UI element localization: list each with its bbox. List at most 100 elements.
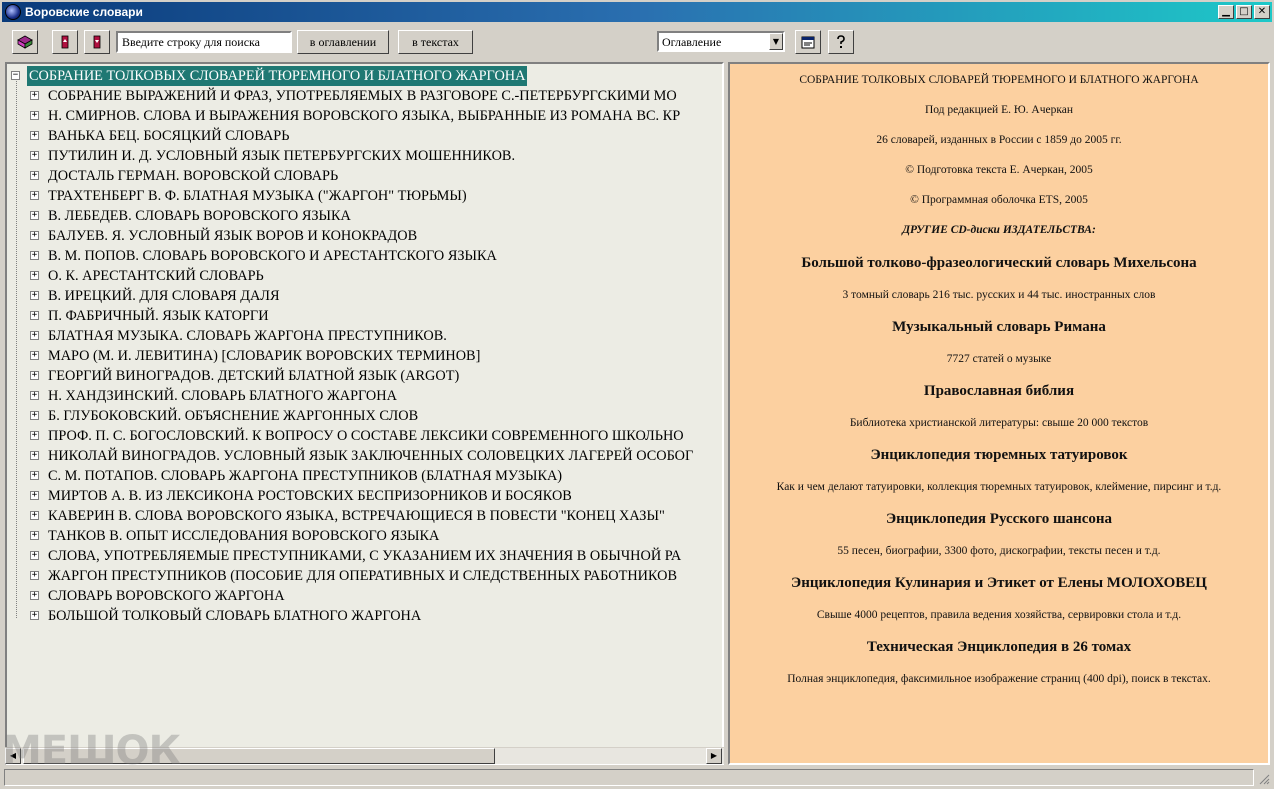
tree-item-label[interactable]: ВАНЬКА БЕЦ. БОСЯЦКИЙ СЛОВАРЬ: [48, 126, 289, 146]
tree-item[interactable]: + ГЕОРГИЙ ВИНОГРАДОВ. ДЕТСКИЙ БЛАТНОЙ ЯЗЫ…: [7, 366, 722, 386]
view-select[interactable]: Оглавление ▼: [657, 31, 785, 52]
tree-item[interactable]: + ТРАХТЕНБЕРГ В. Ф. БЛАТНАЯ МУЗЫКА ("ЖАРГ…: [7, 186, 722, 206]
tree-item[interactable]: + СЛОВАРЬ ВОРОВСКОГО ЖАРГОНА: [7, 586, 722, 606]
tree-item[interactable]: + Н. ХАНДЗИНСКИЙ. СЛОВАРЬ БЛАТНОГО ЖАРГОН…: [7, 386, 722, 406]
expand-icon[interactable]: +: [30, 251, 39, 260]
tree-item-label[interactable]: БОЛЬШОЙ ТОЛКОВЫЙ СЛОВАРЬ БЛАТНОГО ЖАРГОН…: [48, 606, 421, 626]
help-button[interactable]: [828, 30, 854, 54]
tree-item-label[interactable]: БАЛУЕВ. Я. УСЛОВНЫЙ ЯЗЫК ВОРОВ И КОНОКРА…: [48, 226, 417, 246]
next-button[interactable]: [84, 30, 110, 54]
tree-item-label[interactable]: В. ЛЕБЕДЕВ. СЛОВАРЬ ВОРОВСКОГО ЯЗЫКА: [48, 206, 351, 226]
expand-icon[interactable]: +: [30, 411, 39, 420]
expand-icon[interactable]: +: [30, 131, 39, 140]
expand-icon[interactable]: +: [30, 311, 39, 320]
expand-icon[interactable]: +: [30, 151, 39, 160]
expand-icon[interactable]: +: [30, 511, 39, 520]
collapse-icon[interactable]: −: [11, 71, 20, 80]
search-in-contents-button[interactable]: в оглавлении: [297, 30, 389, 54]
expand-icon[interactable]: +: [30, 551, 39, 560]
product-title[interactable]: Энциклопедия Кулинария и Этикет от Елены…: [730, 575, 1268, 592]
product-title[interactable]: Музыкальный словарь Римана: [730, 319, 1268, 336]
contents-tree-panel[interactable]: − СОБРАНИЕ ТОЛКОВЫХ СЛОВАРЕЙ ТЮРЕМНОГО И…: [5, 62, 724, 765]
close-button[interactable]: ✕: [1254, 5, 1270, 19]
tree-item-label[interactable]: МИРТОВ А. В. ИЗ ЛЕКСИКОНА РОСТОВСКИХ БЕС…: [48, 486, 572, 506]
tree-item-label[interactable]: СЛОВАРЬ ВОРОВСКОГО ЖАРГОНА: [48, 586, 285, 606]
expand-icon[interactable]: +: [30, 471, 39, 480]
tree-root-item[interactable]: − СОБРАНИЕ ТОЛКОВЫХ СЛОВАРЕЙ ТЮРЕМНОГО И…: [7, 66, 722, 86]
expand-icon[interactable]: +: [30, 611, 39, 620]
tree-item[interactable]: + МИРТОВ А. В. ИЗ ЛЕКСИКОНА РОСТОВСКИХ БЕ…: [7, 486, 722, 506]
tree-item[interactable]: + ПУТИЛИН И. Д. УСЛОВНЫЙ ЯЗЫК ПЕТЕРБУРГСК…: [7, 146, 722, 166]
tree-item[interactable]: + БЛАТНАЯ МУЗЫКА. СЛОВАРЬ ЖАРГОНА ПРЕСТУП…: [7, 326, 722, 346]
tree-item-label[interactable]: ДОСТАЛЬ ГЕРМАН. ВОРОВСКОЙ СЛОВАРЬ: [48, 166, 338, 186]
tree-item-label[interactable]: ПРОФ. П. С. БОГОСЛОВСКИЙ. К ВОПРОСУ О СО…: [48, 426, 684, 446]
expand-icon[interactable]: +: [30, 231, 39, 240]
search-in-texts-button[interactable]: в текстах: [398, 30, 473, 54]
tree-item-label[interactable]: ТРАХТЕНБЕРГ В. Ф. БЛАТНАЯ МУЗЫКА ("ЖАРГО…: [48, 186, 467, 206]
tree-item[interactable]: + ЖАРГОН ПРЕСТУПНИКОВ (ПОСОБИЕ ДЛЯ ОПЕРАТ…: [7, 566, 722, 586]
tree-item[interactable]: + НИКОЛАЙ ВИНОГРАДОВ. УСЛОВНЫЙ ЯЗЫК ЗАКЛЮ…: [7, 446, 722, 466]
expand-icon[interactable]: +: [30, 491, 39, 500]
tree-item[interactable]: + СЛОВА, УПОТРЕБЛЯЕМЫЕ ПРЕСТУПНИКАМИ, С У…: [7, 546, 722, 566]
tree-item[interactable]: + БОЛЬШОЙ ТОЛКОВЫЙ СЛОВАРЬ БЛАТНОГО ЖАРГО…: [7, 606, 722, 626]
tree-item[interactable]: + П. ФАБРИЧНЫЙ. ЯЗЫК КАТОРГИ: [7, 306, 722, 326]
books-button[interactable]: [12, 30, 38, 54]
tree-item[interactable]: + КАВЕРИН В. СЛОВА ВОРОВСКОГО ЯЗЫКА, ВСТР…: [7, 506, 722, 526]
tree-item-label[interactable]: МАРО (М. И. ЛЕВИТИНА) [СЛОВАРИК ВОРОВСКИ…: [48, 346, 480, 366]
tree-item[interactable]: + Н. СМИРНОВ. СЛОВА И ВЫРАЖЕНИЯ ВОРОВСКОГ…: [7, 106, 722, 126]
tree-item[interactable]: + МАРО (М. И. ЛЕВИТИНА) [СЛОВАРИК ВОРОВСК…: [7, 346, 722, 366]
expand-icon[interactable]: +: [30, 211, 39, 220]
product-title[interactable]: Техническая Энциклопедия в 26 томах: [730, 639, 1268, 656]
expand-icon[interactable]: +: [30, 331, 39, 340]
maximize-button[interactable]: □: [1236, 5, 1252, 19]
tree-item-label[interactable]: О. К. АРЕСТАНТСКИЙ СЛОВАРЬ: [48, 266, 264, 286]
tree-item-label[interactable]: Б. ГЛУБОКОВСКИЙ. ОБЪЯСНЕНИЕ ЖАРГОННЫХ СЛ…: [48, 406, 418, 426]
tree-item[interactable]: + ВАНЬКА БЕЦ. БОСЯЦКИЙ СЛОВАРЬ: [7, 126, 722, 146]
tree-item[interactable]: + В. ИРЕЦКИЙ. ДЛЯ СЛОВАРЯ ДАЛЯ: [7, 286, 722, 306]
expand-icon[interactable]: +: [30, 91, 39, 100]
tree-item[interactable]: + О. К. АРЕСТАНТСКИЙ СЛОВАРЬ: [7, 266, 722, 286]
tree-item-label[interactable]: Н. СМИРНОВ. СЛОВА И ВЫРАЖЕНИЯ ВОРОВСКОГО…: [48, 106, 680, 126]
app-globe-icon[interactable]: [5, 4, 21, 20]
tree-item-label[interactable]: СОБРАНИЕ ВЫРАЖЕНИЙ И ФРАЗ, УПОТРЕБЛЯЕМЫХ…: [48, 86, 677, 106]
tree-item[interactable]: + В. ЛЕБЕДЕВ. СЛОВАРЬ ВОРОВСКОГО ЯЗЫКА: [7, 206, 722, 226]
tree-item[interactable]: + СОБРАНИЕ ВЫРАЖЕНИЙ И ФРАЗ, УПОТРЕБЛЯЕМЫ…: [7, 86, 722, 106]
tree-item[interactable]: + В. М. ПОПОВ. СЛОВАРЬ ВОРОВСКОГО И АРЕСТ…: [7, 246, 722, 266]
expand-icon[interactable]: +: [30, 271, 39, 280]
tree-item-label[interactable]: С. М. ПОТАПОВ. СЛОВАРЬ ЖАРГОНА ПРЕСТУПНИ…: [48, 466, 562, 486]
expand-icon[interactable]: +: [30, 351, 39, 360]
expand-icon[interactable]: +: [30, 391, 39, 400]
tree-item-label[interactable]: ЖАРГОН ПРЕСТУПНИКОВ (ПОСОБИЕ ДЛЯ ОПЕРАТИ…: [48, 566, 677, 586]
expand-icon[interactable]: +: [30, 451, 39, 460]
minimize-button[interactable]: ▁: [1218, 5, 1234, 19]
tree-item-label[interactable]: ГЕОРГИЙ ВИНОГРАДОВ. ДЕТСКИЙ БЛАТНОЙ ЯЗЫК…: [48, 366, 459, 386]
tree-item-label[interactable]: Н. ХАНДЗИНСКИЙ. СЛОВАРЬ БЛАТНОГО ЖАРГОНА: [48, 386, 397, 406]
tree-item[interactable]: + ТАНКОВ В. ОПЫТ ИССЛЕДОВАНИЯ ВОРОВСКОГО …: [7, 526, 722, 546]
product-title[interactable]: Большой толково-фразеологический словарь…: [730, 255, 1268, 272]
tree-item-label[interactable]: П. ФАБРИЧНЫЙ. ЯЗЫК КАТОРГИ: [48, 306, 269, 326]
tree-item-label[interactable]: БЛАТНАЯ МУЗЫКА. СЛОВАРЬ ЖАРГОНА ПРЕСТУПН…: [48, 326, 447, 346]
product-title[interactable]: Православная библия: [730, 383, 1268, 400]
title-bar[interactable]: Воровские словари ▁ □ ✕: [2, 2, 1272, 22]
search-input[interactable]: Введите строку для поиска: [116, 31, 292, 53]
expand-icon[interactable]: +: [30, 191, 39, 200]
expand-icon[interactable]: +: [30, 571, 39, 580]
expand-icon[interactable]: +: [30, 531, 39, 540]
tree-item-label[interactable]: ТАНКОВ В. ОПЫТ ИССЛЕДОВАНИЯ ВОРОВСКОГО Я…: [48, 526, 439, 546]
expand-icon[interactable]: +: [30, 591, 39, 600]
tree-item[interactable]: + Б. ГЛУБОКОВСКИЙ. ОБЪЯСНЕНИЕ ЖАРГОННЫХ С…: [7, 406, 722, 426]
scroll-right-icon[interactable]: ▶: [706, 748, 722, 764]
tree-item[interactable]: + С. М. ПОТАПОВ. СЛОВАРЬ ЖАРГОНА ПРЕСТУПН…: [7, 466, 722, 486]
tree-item-label[interactable]: НИКОЛАЙ ВИНОГРАДОВ. УСЛОВНЫЙ ЯЗЫК ЗАКЛЮЧ…: [48, 446, 693, 466]
tree-item-label[interactable]: ПУТИЛИН И. Д. УСЛОВНЫЙ ЯЗЫК ПЕТЕРБУРГСКИ…: [48, 146, 515, 166]
expand-icon[interactable]: +: [30, 291, 39, 300]
tree-root-label[interactable]: СОБРАНИЕ ТОЛКОВЫХ СЛОВАРЕЙ ТЮРЕМНОГО И Б…: [27, 66, 528, 86]
tree-item-label[interactable]: В. ИРЕЦКИЙ. ДЛЯ СЛОВАРЯ ДАЛЯ: [48, 286, 280, 306]
expand-icon[interactable]: +: [30, 371, 39, 380]
tree-item[interactable]: + ПРОФ. П. С. БОГОСЛОВСКИЙ. К ВОПРОСУ О С…: [7, 426, 722, 446]
resize-grip-icon[interactable]: [1258, 773, 1270, 785]
tree-item-label[interactable]: В. М. ПОПОВ. СЛОВАРЬ ВОРОВСКОГО И АРЕСТА…: [48, 246, 497, 266]
tree-item[interactable]: + БАЛУЕВ. Я. УСЛОВНЫЙ ЯЗЫК ВОРОВ И КОНОКР…: [7, 226, 722, 246]
expand-icon[interactable]: +: [30, 431, 39, 440]
settings-button[interactable]: [795, 30, 821, 54]
